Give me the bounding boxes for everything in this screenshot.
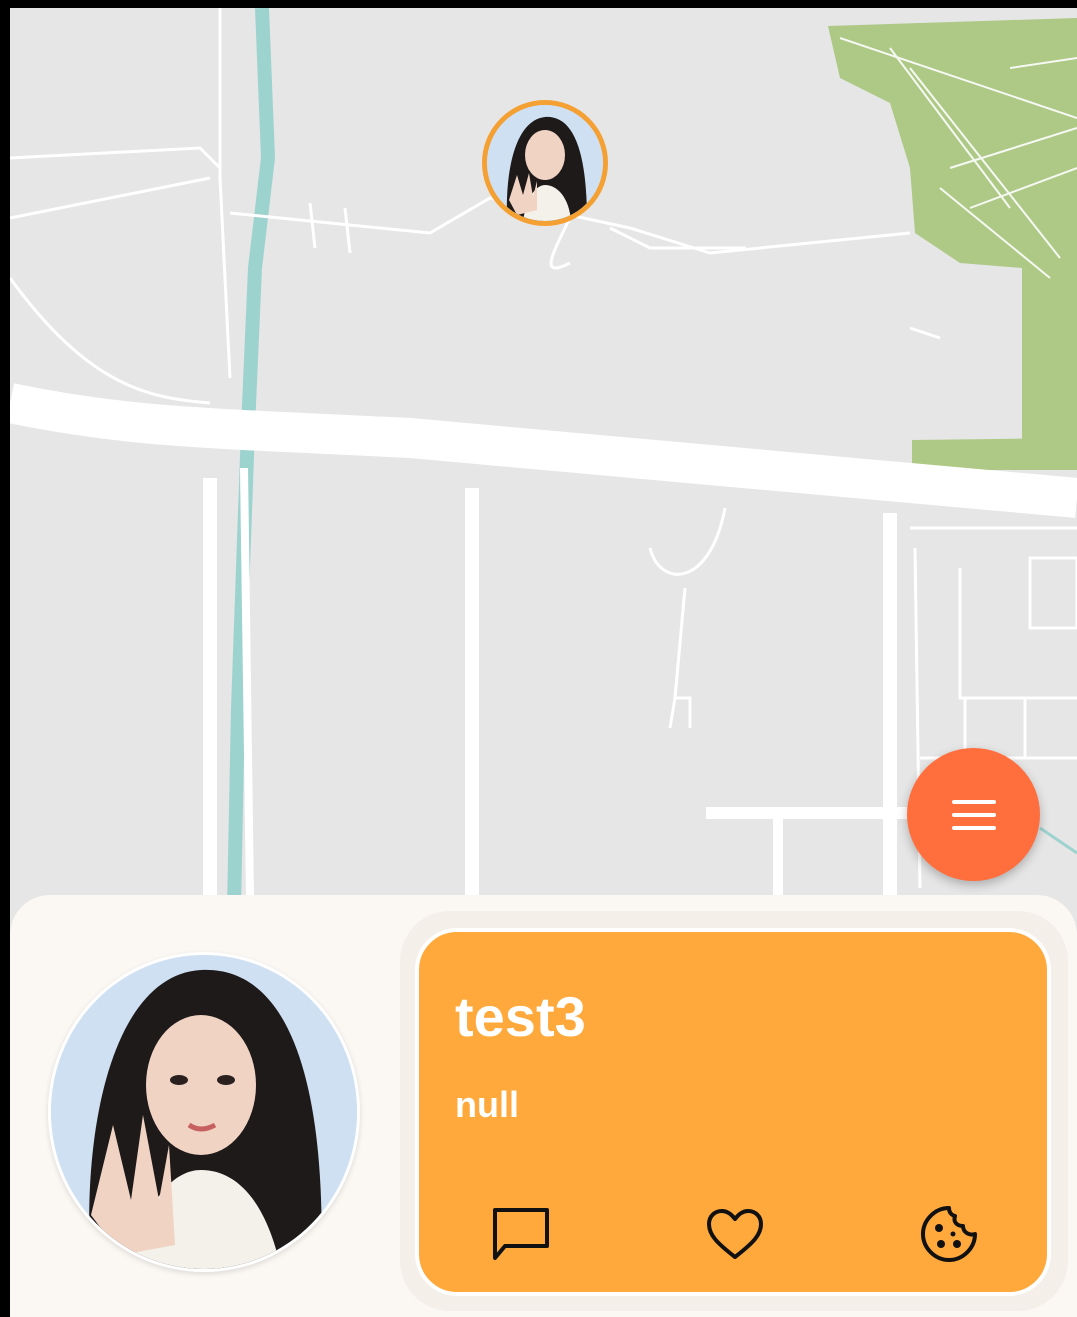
chat-button[interactable]: [485, 1198, 557, 1270]
heart-icon: [707, 1209, 763, 1259]
chat-icon: [493, 1208, 549, 1260]
profile-avatar[interactable]: [48, 952, 360, 1272]
park-area: [912, 438, 1077, 470]
cookie-icon: [921, 1206, 977, 1262]
map-user-marker[interactable]: [482, 100, 608, 226]
user-avatar-icon: [487, 105, 603, 221]
profile-status: null: [455, 1084, 519, 1125]
profile-name: test3: [455, 985, 586, 1048]
bottom-sheet: test3 null: [10, 895, 1077, 1317]
user-photo-icon: [51, 955, 357, 1269]
cookie-button[interactable]: [913, 1198, 985, 1270]
park-area: [828, 18, 1077, 468]
menu-fab-button[interactable]: [907, 748, 1040, 881]
like-button[interactable]: [699, 1198, 771, 1270]
profile-card[interactable]: test3 null: [415, 928, 1051, 1296]
app-screen: test3 null: [10, 8, 1077, 1317]
menu-icon: [951, 799, 996, 830]
